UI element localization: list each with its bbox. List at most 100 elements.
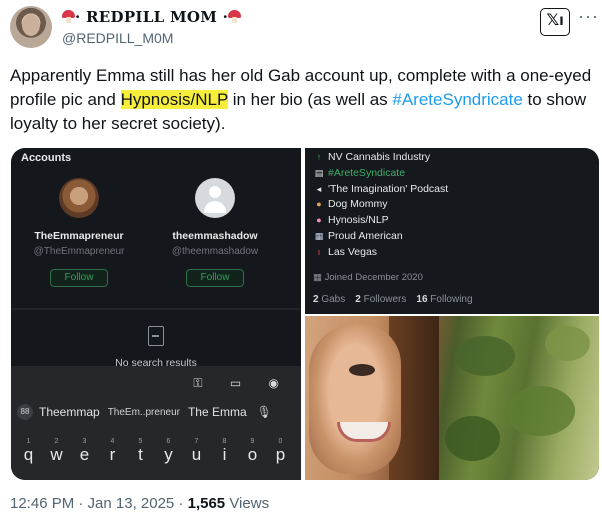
bio-text: 'The Imagination' Podcast [328,182,449,195]
photo-background [305,316,599,480]
media-grid[interactable]: Accounts TheEmmapreneur @TheEmmapreneur … [11,148,599,480]
plant-leaf [545,326,590,361]
bio-hashtag[interactable]: #AreteSyndicate [328,167,405,179]
plant-leaf [445,416,500,461]
timestamp[interactable]: 12:46 PM · Jan 13, 2025 · [10,495,188,512]
document-icon [148,326,164,346]
stat-number: 16 [416,294,428,305]
dog-icon: ● [316,199,322,210]
account-name[interactable]: TheEmmapreneur [19,230,139,242]
account-name[interactable]: theemmashadow [155,230,275,242]
display-name-text: · REDPILL MOM · [75,8,229,26]
divider [11,308,301,310]
joined-date: ▦ Joined December 2020 [313,272,423,283]
gabs-count[interactable]: 2 Gabs [313,294,345,305]
default-avatar-icon[interactable] [195,178,235,218]
key-y[interactable]: 6y [155,438,182,468]
key-w[interactable]: 2w [43,438,70,468]
joined-text: Joined December 2020 [324,272,423,283]
key-letter: u [191,445,202,464]
key-number: 0 [278,438,283,445]
key-letter: t [138,445,143,464]
key-q[interactable]: 1q [15,438,42,468]
tweet-text: Apparently Emma still has her old Gab ac… [10,64,595,136]
key-letter: e [79,445,90,464]
account-avatar[interactable] [59,178,99,218]
key-t[interactable]: 5t [127,438,154,468]
hashtag-link[interactable]: #AreteSyndricate [392,90,522,109]
more-options-icon[interactable]: ··· [578,6,599,27]
accounts-screenshot[interactable]: Accounts TheEmmapreneur @TheEmmapreneur … [11,148,301,480]
key-letter: r [109,445,116,464]
bio-line: ▤ #AreteSyndicate [313,166,448,182]
keyboard-row: 1q2w3e4r5t6y7u8i9o0p [15,438,297,468]
account-handle: @TheEmmapreneur [33,246,125,257]
microphone-icon[interactable]: 🎙 [257,405,272,419]
key-letter: q [23,445,34,464]
key-e[interactable]: 3e [71,438,98,468]
bio-text: Dog Mommy [328,198,388,211]
views-count: 1,565 [187,495,226,512]
profile-photo[interactable] [305,316,599,480]
keyboard: ⚿ ▭ ◉ 88 Theemmap TheEm..preneur The Emma 🎙 … [11,366,301,480]
tweet-header: · REDPILL MOM · @REDPILL_M0M 𝕏ı ··· [10,6,598,50]
stat-number: 2 [355,294,361,305]
keyboard-tools-icons[interactable]: ⚿ ▭ ◉ [193,376,291,391]
views-label: Views [225,495,270,512]
suggestion[interactable]: Theemmap [39,405,100,419]
key-number: 7 [194,438,199,445]
follow-button[interactable]: Follow [50,269,108,287]
key-number: 3 [82,438,87,445]
tweet-footer: 12:46 PM · Jan 13, 2025 · 1,565 Views [10,495,269,512]
tweet-text-part: in her bio (as well as [227,90,393,109]
plant-leaf [455,336,515,376]
account-card[interactable]: theemmashadow @theemmashadow Follow [155,178,275,287]
following-count[interactable]: 16 Following [416,294,472,305]
stat-label: Following [430,294,473,305]
suggestion[interactable]: TheEm..preneur [108,407,180,418]
key-letter: p [275,445,286,464]
accounts-title: Accounts [21,152,72,164]
bio-line: ◂ 'The Imagination' Podcast [313,182,448,198]
key-letter: o [247,445,258,464]
key-number: 2 [54,438,59,445]
avatar[interactable] [10,6,52,48]
calendar-icon: ▦ [313,272,325,283]
key-r[interactable]: 4r [99,438,126,468]
key-p[interactable]: 0p [267,438,294,468]
key-number: 5 [138,438,143,445]
key-u[interactable]: 7u [183,438,210,468]
followers-count[interactable]: 2 Followers [355,294,406,305]
eye [349,364,375,376]
book-icon: ▤ [314,167,324,178]
bio-line: ▦ Proud American [313,229,448,245]
profile-stats: 2 Gabs 2 Followers 16 Following [313,294,473,305]
key-i[interactable]: 8i [211,438,238,468]
face [309,324,401,474]
bio-text: Hynosis/NLP [328,214,389,227]
apps-grid-icon[interactable]: 88 [17,404,33,420]
profile-bio: ↑ NV Cannabis Industry ▤ #AreteSyndicate ◂… [313,150,448,261]
bio-text: Las Vegas [328,245,378,258]
highlighted-text: Hypnosis/NLP [120,90,228,109]
display-name[interactable]: · REDPILL MOM · [62,8,242,26]
brain-icon: ● [316,215,322,226]
account-handle: @theemmashadow [171,246,259,257]
profile-screenshot[interactable]: ↑ NV Cannabis Industry ▤ #AreteSyndicate ◂… [305,148,599,314]
smile [337,422,391,442]
grok-icon[interactable]: 𝕏ı [540,8,570,36]
suggestion[interactable]: The Emma [188,405,247,419]
key-letter: w [50,445,63,464]
user-handle[interactable]: @REDPILL_M0M [62,30,173,46]
key-o[interactable]: 9o [239,438,266,468]
bio-line: ↑ NV Cannabis Industry [313,150,448,166]
account-card[interactable]: TheEmmapreneur @TheEmmapreneur Follow [19,178,139,287]
stat-label: Gabs [321,294,346,305]
bio-line: ı Las Vegas [313,245,448,261]
key-letter: i [222,445,227,464]
bio-text: NV Cannabis Industry [328,151,431,163]
key-number: 6 [166,438,171,445]
plant-icon: ↑ [316,152,322,162]
stat-label: Followers [363,294,407,305]
follow-button[interactable]: Follow [186,269,244,287]
